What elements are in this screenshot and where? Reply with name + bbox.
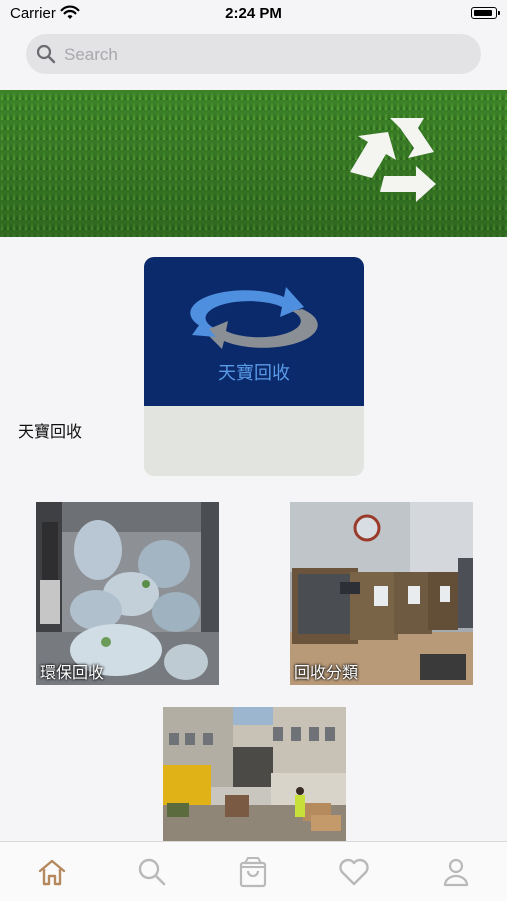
tile-eco-recycling[interactable]: 環保回收 xyxy=(36,502,219,685)
featured-image: 天寶回收 xyxy=(144,257,364,406)
status-bar: Carrier 2:24 PM xyxy=(0,0,507,28)
banner-image[interactable] xyxy=(0,90,507,237)
tile-courtyard[interactable] xyxy=(163,707,346,841)
tab-favorites[interactable] xyxy=(334,852,374,892)
battery-icon xyxy=(471,7,500,19)
tab-bar xyxy=(0,841,507,901)
featured-card[interactable]: 天寶回收 xyxy=(144,257,364,476)
heart-icon xyxy=(339,858,369,886)
tile-recycle-sorting[interactable]: 回收分類 xyxy=(290,502,473,685)
home-icon xyxy=(38,859,66,886)
tab-home[interactable] xyxy=(32,852,72,892)
search-input[interactable] xyxy=(62,40,466,70)
tab-search[interactable] xyxy=(132,852,172,892)
tab-bag[interactable] xyxy=(233,852,273,892)
tile-photo xyxy=(36,502,219,685)
status-time: 2:24 PM xyxy=(225,5,282,22)
search-icon xyxy=(138,858,166,886)
tile-photo xyxy=(163,707,346,841)
tile-label: 環保回收 xyxy=(40,663,105,682)
person-icon xyxy=(443,858,469,887)
search-bar[interactable] xyxy=(26,34,481,74)
search-icon xyxy=(36,44,56,64)
featured-caption: 天寶回收 xyxy=(18,422,83,441)
tab-profile[interactable] xyxy=(436,852,476,892)
tile-photo xyxy=(290,502,473,685)
bag-icon xyxy=(239,857,267,888)
featured-image-text: 天寶回收 xyxy=(218,363,290,384)
tile-label: 回收分類 xyxy=(294,663,359,682)
